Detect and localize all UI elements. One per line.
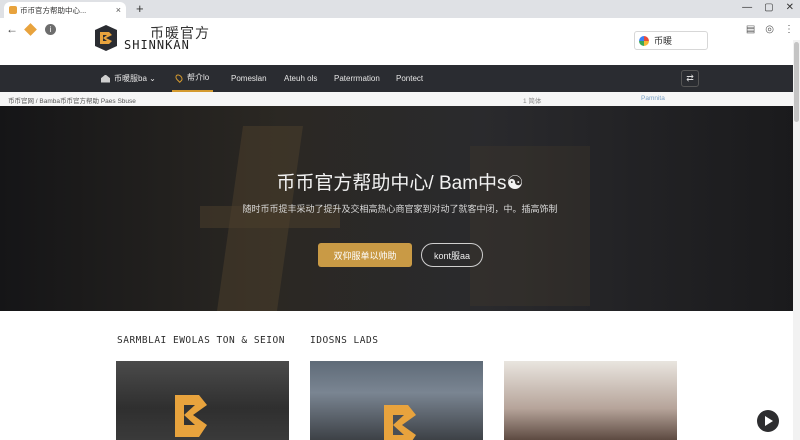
scrollbar-thumb[interactable] <box>794 42 799 122</box>
search-box-label: 币暖 <box>654 36 673 46</box>
nav-item-pomeslan[interactable]: Pomeslan <box>231 65 267 92</box>
info-icon[interactable]: i <box>45 23 56 35</box>
nav-item-help[interactable]: 帮介lo <box>172 65 214 92</box>
card-image-1[interactable] <box>116 361 289 440</box>
nav-item-label: Paterrmation <box>334 74 380 83</box>
hero-secondary-button[interactable]: kont服aa <box>421 243 483 267</box>
tab-close-icon[interactable]: × <box>116 5 121 15</box>
breadcrumb: 币币官网 / Bamba币币官方帮助 Paes Sbuse 1 简体 Pamni… <box>0 92 800 106</box>
nav-item-pontect[interactable]: Pontect <box>396 65 423 92</box>
browser-tabstrip: 币币官方帮助中心... × + — ▢ ✕ <box>0 0 800 18</box>
profile-icon[interactable]: ◎ <box>765 24 774 35</box>
window-controls: — ▢ ✕ <box>742 2 794 13</box>
logo-english-name: SHINNKAN <box>124 38 190 52</box>
maximize-button[interactable]: ▢ <box>764 2 773 13</box>
section-title-right: IDOSNS LADS <box>310 335 379 346</box>
language-indicator[interactable]: 1 简体 <box>523 95 541 105</box>
address-bar-actions: ▤ ◎ ⋮ <box>746 24 794 35</box>
tab-title: 币币官方帮助中心... <box>20 5 87 15</box>
nav-item-label: Ateuh ols <box>284 74 318 83</box>
card-image-2[interactable] <box>310 361 483 440</box>
close-window-button[interactable]: ✕ <box>786 2 794 13</box>
hero-subtitle: 随时币币提丰采动了提升及交相高热心商官家到对动了就客中闭，中。插高饰制 <box>242 204 558 214</box>
breadcrumb-path[interactable]: 币币官网 / Bamba币币官方帮助 Paes Sbuse <box>8 95 136 105</box>
logo-icon[interactable] <box>93 25 119 51</box>
play-icon-shape <box>765 416 773 426</box>
hero-title: 币币官方帮助中心/ Bam中s☯ <box>276 173 524 194</box>
hero-banner: 币币官方帮助中心/ Bam中s☯ 随时币币提丰采动了提升及交相高热心商官家到对动… <box>0 106 800 311</box>
nav-item-label: Pontect <box>396 74 424 83</box>
nav-item-label: 帮介lo <box>187 73 210 82</box>
play-icon[interactable] <box>757 410 779 432</box>
hero-primary-button[interactable]: 双仰服单以帅助 <box>318 243 412 267</box>
language-search-box[interactable]: 币暖 <box>634 31 708 50</box>
nav-item-label: Pomeslan <box>231 74 267 83</box>
nav-item-services[interactable]: 币暖服ba ⌄ <box>101 65 156 92</box>
nav-item-paterrmation[interactable]: Paterrmation <box>334 65 380 92</box>
site-diamond-icon[interactable] <box>24 22 37 36</box>
menu-icon[interactable]: ⋮ <box>784 24 794 35</box>
back-button[interactable]: ← <box>6 22 18 36</box>
site-favicon-icon <box>9 6 17 14</box>
home-icon <box>101 74 110 83</box>
nav-item-ateuh[interactable]: Ateuh ols <box>284 65 317 92</box>
swap-icon[interactable]: ⇄ <box>681 70 699 87</box>
breadcrumb-link[interactable]: Pamnita <box>641 95 665 102</box>
card-image-3[interactable] <box>504 361 677 440</box>
main-navbar: 币暖服ba ⌄ 帮介lo Pomeslan Ateuh ols Paterrma… <box>0 65 800 92</box>
browser-tab[interactable]: 币币官方帮助中心... × <box>4 2 126 18</box>
logo-icon <box>384 405 416 440</box>
pin-icon <box>174 72 184 83</box>
nav-item-label: 币暖服ba ⌄ <box>114 74 156 83</box>
minimize-button[interactable]: — <box>742 2 752 13</box>
logo-icon <box>175 395 207 437</box>
new-tab-button[interactable]: + <box>136 1 144 16</box>
extensions-icon[interactable]: ▤ <box>746 24 755 35</box>
section-title-left: SARMBLAI EWOLAS TON & SEION <box>117 335 285 346</box>
color-wheel-icon <box>639 35 649 46</box>
